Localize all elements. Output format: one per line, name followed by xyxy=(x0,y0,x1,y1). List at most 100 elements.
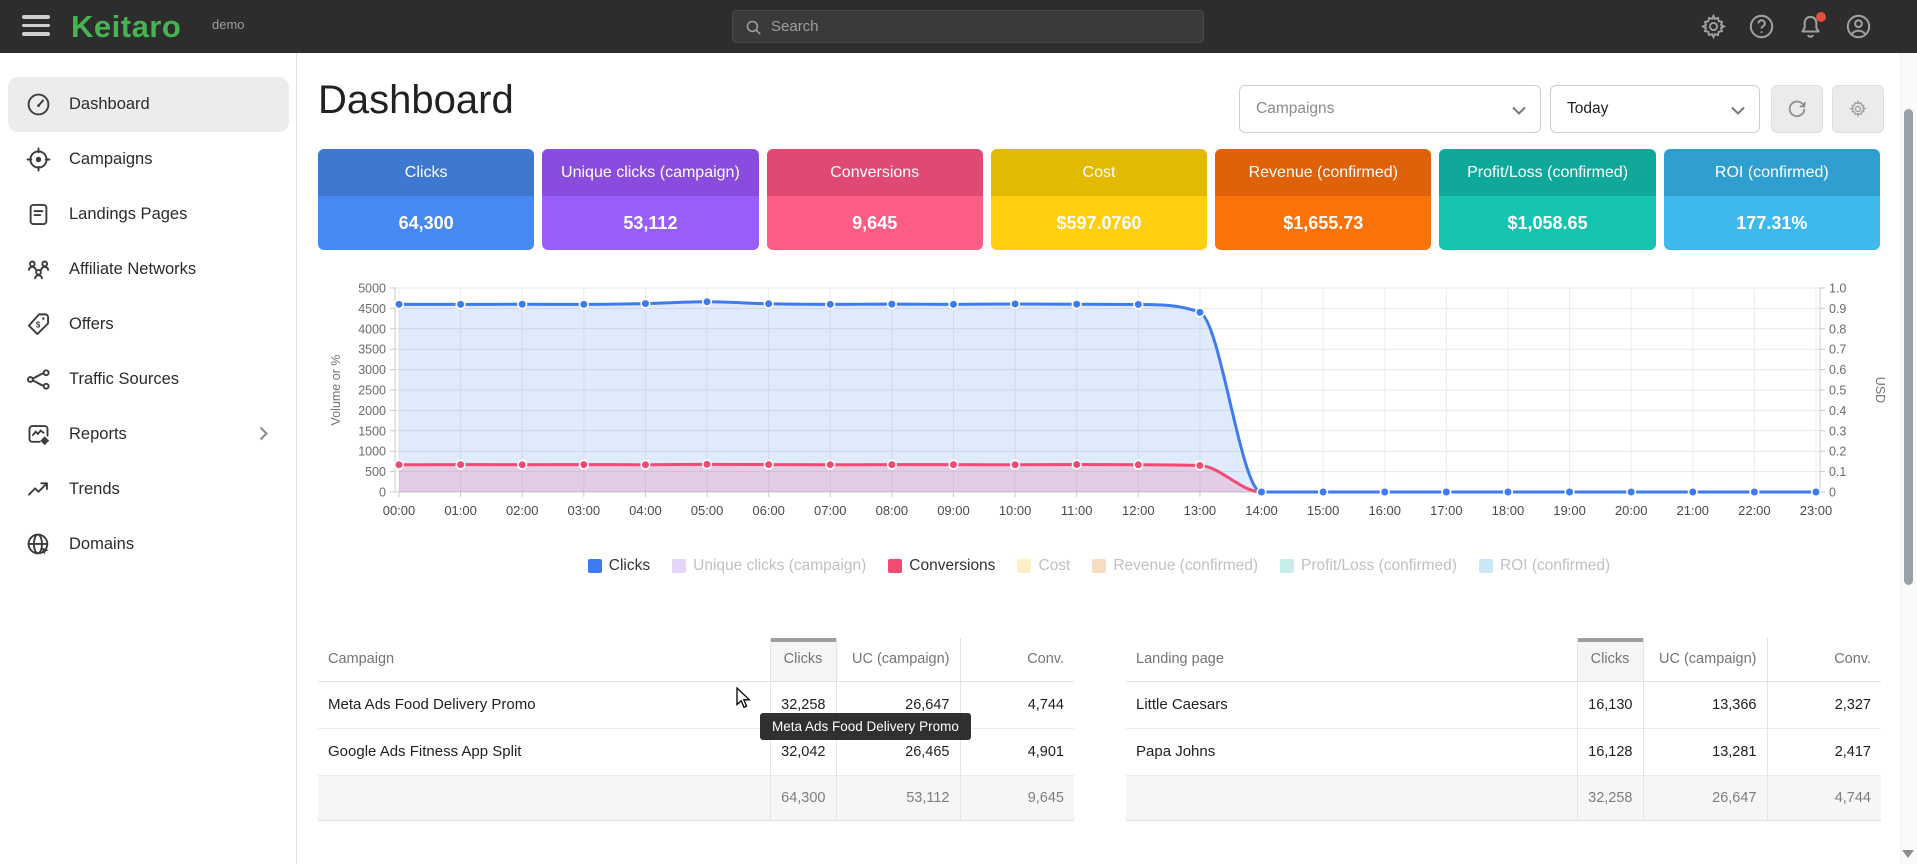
period-select-value: Today xyxy=(1567,100,1608,118)
page-title: Dashboard xyxy=(318,78,514,123)
svg-text:11:00: 11:00 xyxy=(1061,503,1093,518)
stat-card-clicks: Clicks64,300 xyxy=(318,149,534,250)
column-header-campaign[interactable]: Campaign xyxy=(318,638,770,681)
legend-item-conversions[interactable]: Conversions xyxy=(888,557,995,575)
sidebar-item-domains[interactable]: Domains xyxy=(0,517,296,572)
table-row[interactable]: Little Caesars16,13013,3662,327 xyxy=(1126,681,1881,728)
svg-text:0.8: 0.8 xyxy=(1829,322,1846,336)
svg-text:0.2: 0.2 xyxy=(1829,445,1846,459)
svg-text:20:00: 20:00 xyxy=(1615,503,1648,518)
stat-card-value: $1,058.65 xyxy=(1439,196,1655,250)
svg-text:21:00: 21:00 xyxy=(1677,503,1710,518)
stat-card-roi-confirmed: ROI (confirmed)177.31% xyxy=(1664,149,1880,250)
svg-text:12:00: 12:00 xyxy=(1122,503,1155,518)
chevron-down-icon xyxy=(1512,106,1526,115)
column-header-conv[interactable]: Conv. xyxy=(960,638,1074,681)
table-row[interactable]: Papa Johns16,12813,2812,417 xyxy=(1126,728,1881,775)
sidebar-item-trends[interactable]: Trends xyxy=(0,462,296,517)
column-header-conv[interactable]: Conv. xyxy=(1767,638,1881,681)
svg-text:4000: 4000 xyxy=(358,322,386,336)
svg-text:2000: 2000 xyxy=(358,404,386,418)
svg-text:0.9: 0.9 xyxy=(1829,302,1846,316)
legend-label: Revenue (confirmed) xyxy=(1113,557,1258,575)
svg-text:1000: 1000 xyxy=(358,445,386,459)
brand-logo[interactable]: Keitaro xyxy=(71,9,181,45)
search-box[interactable] xyxy=(732,10,1204,43)
sidebar-item-traffic-sources[interactable]: Traffic Sources xyxy=(0,352,296,407)
svg-text:500: 500 xyxy=(365,465,386,479)
stat-card-label: Cost xyxy=(991,149,1207,196)
row-value-cell: 13,366 xyxy=(1643,681,1767,728)
legend-item-cost[interactable]: Cost xyxy=(1017,557,1070,575)
column-header-uc-campaign[interactable]: UC (campaign) xyxy=(836,638,960,681)
chart-canvas: 50001.045000.940000.835000.730000.625000… xyxy=(318,275,1895,540)
column-header-clicks[interactable]: Clicks xyxy=(770,638,836,681)
chevron-right-icon xyxy=(259,426,268,441)
svg-text:1.0: 1.0 xyxy=(1829,282,1846,296)
legend-label: Profit/Loss (confirmed) xyxy=(1301,557,1457,575)
stat-card-value: 64,300 xyxy=(318,196,534,250)
row-value-cell: 16,128 xyxy=(1577,728,1643,775)
keitaro-dashboard: Keitaro demo DashboardCamp xyxy=(0,0,1917,864)
sidebar-item-landings-pages[interactable]: Landings Pages xyxy=(0,187,296,242)
notifications-bell-icon[interactable] xyxy=(1797,13,1824,40)
svg-text:0: 0 xyxy=(1829,486,1836,500)
column-header-landing-page[interactable]: Landing page xyxy=(1126,638,1577,681)
sidebar-item-affiliate-networks[interactable]: Affiliate Networks xyxy=(0,242,296,297)
stat-card-value: $597.0760 xyxy=(991,196,1207,250)
svg-text:17:00: 17:00 xyxy=(1430,503,1463,518)
sidebar-item-label: Dashboard xyxy=(69,95,150,114)
totals-cell: 9,645 xyxy=(960,775,1074,820)
landing-pages-table: Landing pageClicksUC (campaign)Conv.Litt… xyxy=(1126,638,1881,821)
column-header-clicks[interactable]: Clicks xyxy=(1577,638,1643,681)
row-value-cell: 13,281 xyxy=(1643,728,1767,775)
account-icon[interactable] xyxy=(1845,13,1872,40)
sidebar-item-reports[interactable]: Reports xyxy=(0,407,296,462)
sidebar-item-label: Offers xyxy=(69,315,114,334)
sidebar-item-campaigns[interactable]: Campaigns xyxy=(0,132,296,187)
branch-icon xyxy=(25,366,52,393)
scrollbar-thumb[interactable] xyxy=(1904,109,1913,585)
row-name-cell: Meta Ads Food Delivery Promo xyxy=(318,681,770,728)
svg-text:03:00: 03:00 xyxy=(568,503,601,518)
refresh-button[interactable] xyxy=(1771,85,1823,133)
search-input[interactable] xyxy=(771,11,1191,42)
svg-text:3500: 3500 xyxy=(358,343,386,357)
sidebar-item-label: Reports xyxy=(69,425,127,444)
legend-item-unique-clicks-campaign[interactable]: Unique clicks (campaign) xyxy=(672,557,866,575)
campaigns-select-value: Campaigns xyxy=(1256,100,1334,118)
dashboard-settings-button[interactable] xyxy=(1832,85,1884,133)
row-name-cell: Google Ads Fitness App Split xyxy=(318,728,770,775)
svg-text:0.6: 0.6 xyxy=(1829,363,1846,377)
table-header-row: Landing pageClicksUC (campaign)Conv. xyxy=(1126,638,1881,681)
sidebar-item-offers[interactable]: $Offers xyxy=(0,297,296,352)
chevron-down-icon xyxy=(1731,106,1745,115)
scroll-down-arrow-icon[interactable] xyxy=(1902,850,1914,858)
stat-card-conversions: Conversions9,645 xyxy=(767,149,983,250)
trending-up-icon xyxy=(25,476,52,503)
legend-item-profit-loss-confirmed[interactable]: Profit/Loss (confirmed) xyxy=(1280,557,1457,575)
svg-text:0.7: 0.7 xyxy=(1829,343,1846,357)
menu-icon[interactable] xyxy=(22,15,50,37)
period-select[interactable]: Today xyxy=(1550,85,1760,133)
campaigns-select[interactable]: Campaigns xyxy=(1239,85,1541,133)
settings-gear-icon[interactable] xyxy=(1700,13,1727,40)
svg-text:06:00: 06:00 xyxy=(752,503,785,518)
stat-card-label: Clicks xyxy=(318,149,534,196)
topbar: Keitaro demo xyxy=(0,0,1917,53)
search-icon xyxy=(745,19,762,36)
legend-swatch xyxy=(1092,559,1106,573)
sort-indicator xyxy=(1578,638,1643,642)
sidebar-item-dashboard[interactable]: Dashboard xyxy=(8,77,289,132)
svg-text:07:00: 07:00 xyxy=(814,503,847,518)
sidebar-item-label: Trends xyxy=(69,480,120,499)
help-icon[interactable] xyxy=(1748,13,1775,40)
scrollbar[interactable] xyxy=(1900,53,1917,864)
row-tooltip: Meta Ads Food Delivery Promo xyxy=(760,713,971,740)
legend-item-roi-confirmed[interactable]: ROI (confirmed) xyxy=(1479,557,1610,575)
legend-item-clicks[interactable]: Clicks xyxy=(588,557,650,575)
column-header-uc-campaign[interactable]: UC (campaign) xyxy=(1643,638,1767,681)
stat-card-cost: Cost$597.0760 xyxy=(991,149,1207,250)
totals-cell: 32,258 xyxy=(1577,775,1643,820)
legend-item-revenue-confirmed[interactable]: Revenue (confirmed) xyxy=(1092,557,1258,575)
